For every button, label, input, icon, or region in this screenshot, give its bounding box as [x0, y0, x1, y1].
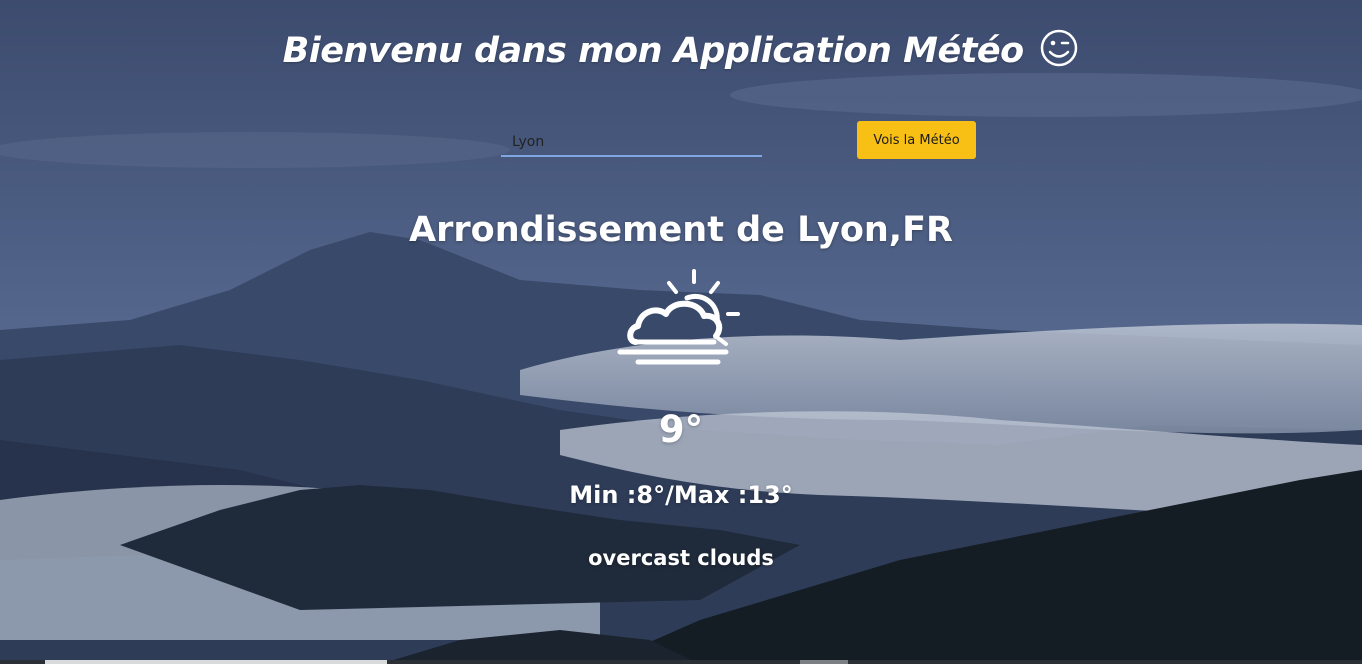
scroll-thumb[interactable] — [45, 660, 387, 664]
min-max-temperature: Min :8°/Max :13° — [569, 481, 793, 509]
bottom-scroll-strip — [0, 660, 1362, 664]
location-title: Arrondissement de Lyon,FR — [409, 210, 953, 250]
scroll-segment — [800, 660, 848, 664]
city-search-input[interactable] — [501, 122, 762, 157]
winking-smiley-icon — [1039, 28, 1079, 77]
current-temperature: 9° — [658, 408, 704, 451]
page-title: Bienvenu dans mon Application Météo — [0, 28, 1362, 77]
see-weather-button[interactable]: Vois la Météo — [857, 121, 976, 159]
weather-description: overcast clouds — [588, 546, 774, 570]
sun-behind-cloud-fog-icon — [614, 266, 746, 376]
page-title-text: Bienvenu dans mon Application Météo — [282, 31, 1025, 71]
